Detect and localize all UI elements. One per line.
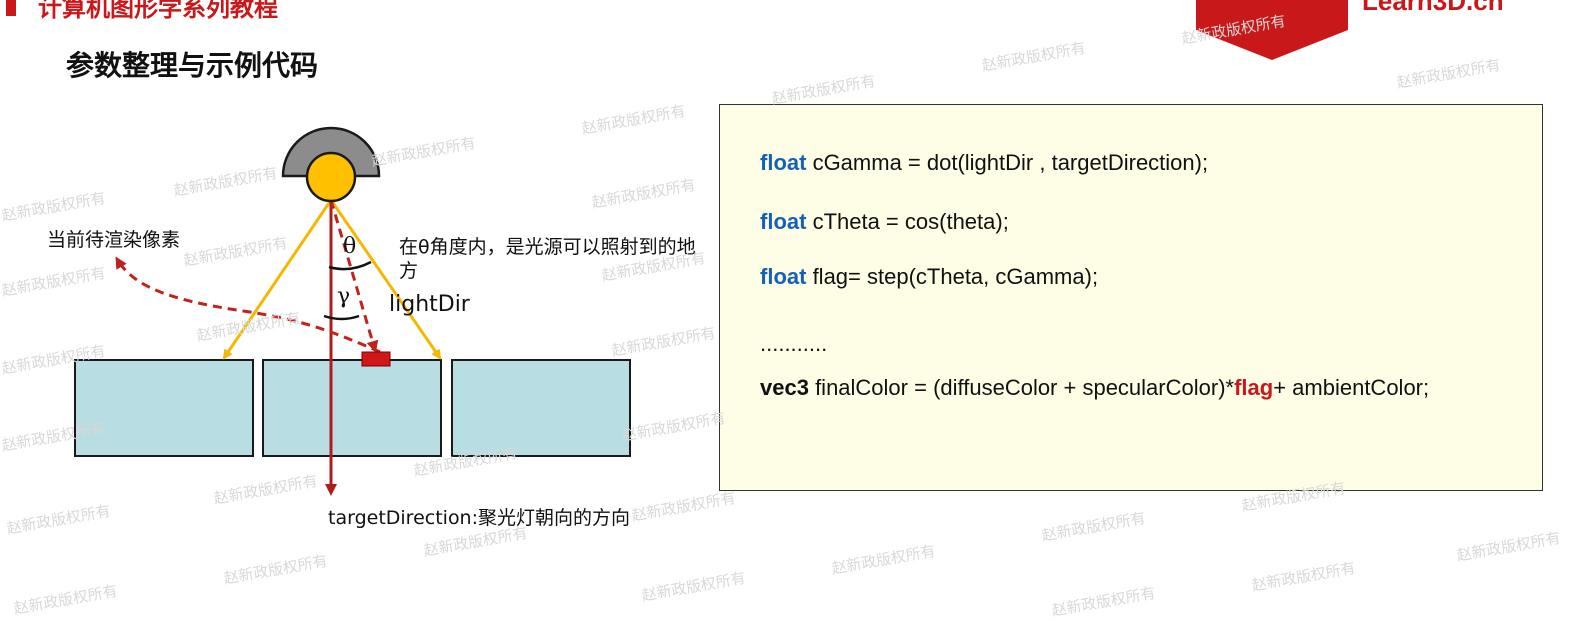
logo-shape — [1196, 0, 1348, 60]
gamma-arc — [323, 314, 360, 321]
watermark: 赵新政版权所有 — [1395, 55, 1502, 92]
spot-ray-right — [329, 199, 442, 360]
surface-block-right — [451, 359, 631, 457]
watermark: 赵新政版权所有 — [980, 38, 1087, 75]
code-text: + ambientColor; — [1273, 375, 1430, 400]
watermark: 赵新政版权所有 — [1040, 508, 1147, 545]
watermark: 赵新政版权所有 — [830, 541, 937, 578]
theta-note-line2: 方 — [399, 260, 419, 282]
keyword-float: float — [760, 209, 807, 234]
light-source — [305, 151, 357, 203]
spotlight-diagram: 当前待渲染像素 θ γ 在θ角度内，是光源可以照射到的地 方 lightDir … — [0, 0, 720, 613]
code-text: cTheta = cos(theta); — [806, 209, 1009, 234]
pixel-label: 当前待渲染像素 — [47, 229, 181, 251]
target-direction-label: targetDirection:聚光灯朝向的方向 — [328, 507, 631, 529]
code-text: finalColor = (diffuseColor + specularCol… — [808, 375, 1235, 400]
gamma-label: γ — [337, 284, 351, 309]
watermark: 赵新政版权所有 — [1250, 558, 1357, 595]
surface-block-left — [74, 359, 254, 457]
site-logo: Learn3D.cn — [1362, 0, 1504, 16]
flag-highlight: flag — [1234, 375, 1274, 400]
light-dir-label: lightDir — [389, 292, 470, 317]
code-line-5: vec3 finalColor = (diffuseColor + specul… — [760, 375, 1429, 401]
keyword-float: float — [760, 150, 807, 175]
code-text: cGamma = dot(lightDir , targetDirection)… — [806, 150, 1209, 175]
surface-block-center — [262, 359, 442, 457]
watermark: 赵新政版权所有 — [1455, 528, 1562, 565]
code-panel: float cGamma = dot(lightDir , targetDire… — [719, 104, 1543, 491]
code-line-3: float flag= step(cTheta, cGamma); — [760, 264, 1098, 290]
code-line-ellipsis: ........... — [760, 331, 828, 356]
keyword-float: float — [760, 264, 807, 289]
current-pixel — [361, 351, 391, 367]
light-dir-arrow — [329, 199, 379, 353]
code-line-2: float cTheta = cos(theta); — [760, 209, 1009, 235]
theta-note-line1: 在θ角度内，是光源可以照射到的地 — [399, 236, 696, 258]
spot-ray-left — [222, 199, 333, 360]
theta-label: θ — [343, 234, 357, 259]
watermark: 赵新政版权所有 — [770, 71, 877, 108]
keyword-vec3: vec3 — [760, 375, 809, 400]
watermark: 赵新政版权所有 — [1050, 583, 1157, 620]
code-text: flag= step(cTheta, cGamma); — [806, 264, 1099, 289]
code-line-1: float cGamma = dot(lightDir , targetDire… — [760, 150, 1208, 176]
